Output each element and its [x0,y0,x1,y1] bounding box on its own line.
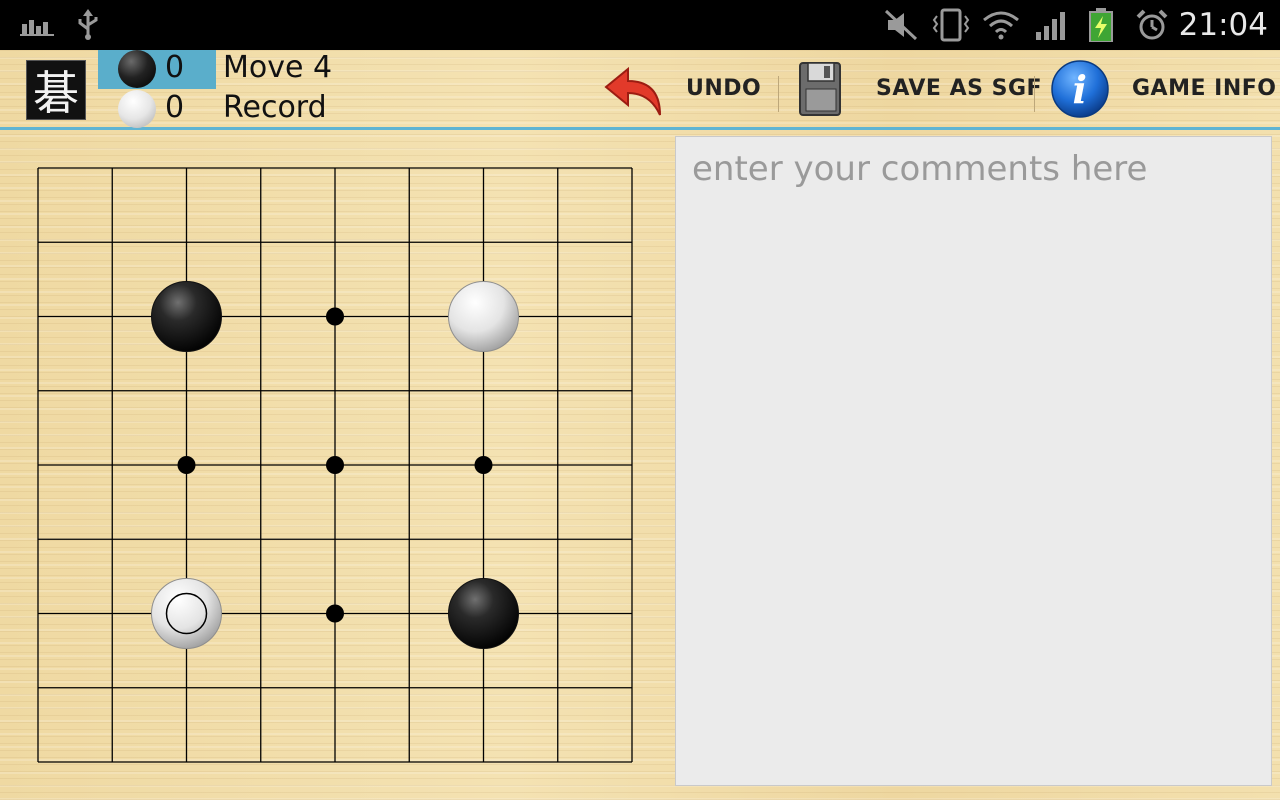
undo-label: UNDO [686,76,762,101]
action-bar: 碁 0 0 Move 4 Record UNDO SAVE AS SGF i G… [0,50,1280,130]
vibrate-icon [932,0,970,50]
board-grid[interactable] [37,167,633,763]
info-icon: i [1050,59,1110,119]
hoshi-point[interactable] [326,604,344,623]
floppy-disk-icon [796,59,846,119]
game-info-label: GAME INFO [1132,76,1277,101]
hoshi-point[interactable] [177,456,196,474]
divider [778,76,779,112]
white-stone[interactable] [151,578,222,649]
comments-field[interactable] [675,136,1272,786]
hoshi-point[interactable] [474,456,493,474]
white-stone-icon [118,90,156,128]
black-stone[interactable] [448,578,519,649]
go-board[interactable] [37,167,633,763]
undo-arrow-icon [604,59,664,119]
wifi-icon [982,0,1020,50]
white-captures: 0 [165,90,185,125]
white-stone[interactable] [448,281,519,352]
battery-charging-icon [1088,0,1114,50]
game-info-button[interactable]: i GAME INFO [1050,50,1277,127]
hoshi-point[interactable] [326,307,344,326]
black-stone[interactable] [151,281,222,352]
status-bar: 21:04 [0,0,1280,50]
save-label: SAVE AS SGF [876,76,1043,101]
app-logo-icon[interactable]: 碁 [26,60,86,120]
undo-button[interactable]: UNDO [604,50,761,127]
chart-notification-icon [20,0,54,50]
signal-icon [1034,0,1068,50]
mute-icon [884,0,918,50]
svg-text:i: i [1073,67,1088,112]
move-counter: Move 4 [223,50,333,85]
clock: 21:04 [1178,7,1268,43]
save-as-sgf-button[interactable]: SAVE AS SGF [796,50,1042,127]
black-captures: 0 [165,50,185,85]
usb-icon [76,0,100,50]
alarm-icon [1136,0,1168,50]
mode-label: Record [223,90,327,125]
hoshi-point[interactable] [326,456,344,474]
divider [1034,76,1035,112]
black-to-move-highlight [98,50,216,89]
black-stone-icon [118,50,156,88]
